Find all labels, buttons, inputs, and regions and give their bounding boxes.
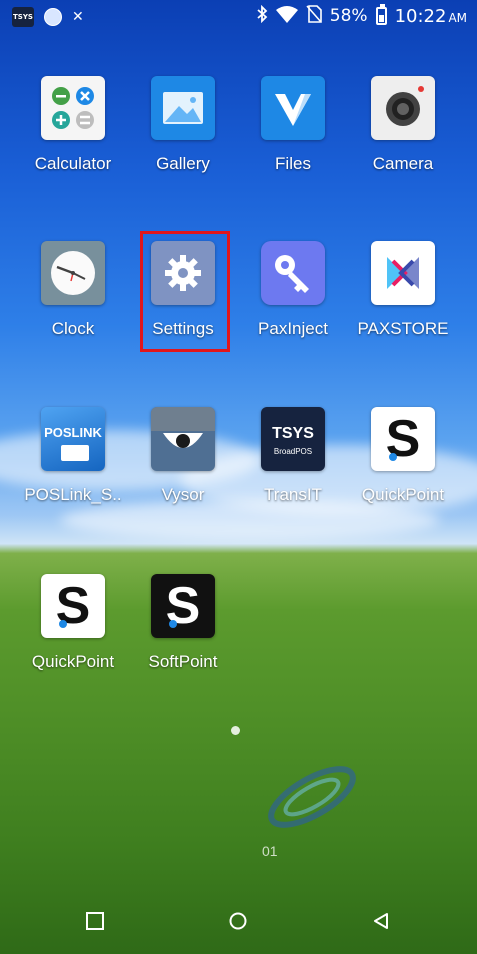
poslink-icon: POSLINK [41, 407, 105, 471]
app-camera[interactable]: Camera [348, 76, 458, 174]
app-calculator[interactable]: Calculator [18, 76, 128, 174]
circle-icon [229, 912, 247, 930]
app-label: Vysor [161, 485, 205, 504]
app-label: QuickPoint [31, 652, 115, 671]
navigation-bar [0, 898, 477, 944]
poslink-logo-text: POSLINK [44, 425, 102, 440]
app-quickpoint-2[interactable]: S QuickPoint [18, 574, 128, 672]
app-label: SoftPoint [148, 652, 218, 671]
app-label: POSLink_S.. [24, 485, 122, 504]
home-button[interactable] [223, 906, 253, 936]
wifi-icon [275, 5, 298, 27]
square-icon [86, 912, 104, 930]
status-bar: TSYS ✕ 58% 10:22 AM [0, 0, 477, 34]
app-label: TransIT [264, 485, 322, 504]
back-button[interactable] [366, 906, 396, 936]
app-softpoint[interactable]: S SoftPoint [128, 574, 238, 672]
clock-time: 10:22 AM [394, 5, 467, 27]
app-label: Files [275, 154, 311, 173]
paxstore-icon [371, 241, 435, 305]
battery-icon [375, 4, 387, 25]
app-quickpoint-1[interactable]: S QuickPoint [348, 407, 458, 505]
app-paxstore[interactable]: PAXSTORE [348, 241, 458, 339]
tsys-notification-icon: TSYS [12, 7, 34, 27]
bluetooth-icon [256, 4, 268, 27]
files-icon [261, 76, 325, 140]
vysor-icon [151, 407, 215, 471]
app-files[interactable]: Files [238, 76, 348, 174]
page-indicator-dot [231, 726, 240, 735]
app-poslink[interactable]: POSLINK POSLink_S.. [18, 407, 128, 505]
home-screen: TSYS ✕ 58% 10:22 AM Calculator Gallery F… [0, 0, 477, 954]
app-gallery[interactable]: Gallery [128, 76, 238, 174]
globe-notification-icon [44, 8, 62, 26]
app-label: Gallery [156, 154, 210, 173]
softpoint-s-icon: S [151, 574, 215, 638]
camera-icon [371, 76, 435, 140]
quickpoint-s-icon: S [41, 574, 105, 638]
app-clock[interactable]: Clock [18, 241, 128, 339]
settings-highlight-box [140, 231, 230, 352]
key-icon [261, 241, 325, 305]
app-transit[interactable]: TSYS BroadPOS TransIT [238, 407, 348, 505]
x-notification-icon: ✕ [72, 9, 84, 25]
tsys-broadpos-icon: TSYS BroadPOS [261, 407, 325, 471]
calculator-icon [41, 76, 105, 140]
app-label: PAXSTORE [357, 319, 449, 338]
app-label: PaxInject [258, 319, 328, 338]
gallery-icon [151, 76, 215, 140]
watermark-text: 01 [262, 843, 278, 859]
triangle-back-icon [374, 913, 388, 929]
app-paxinject[interactable]: PaxInject [238, 241, 348, 339]
app-vysor[interactable]: Vysor [128, 407, 238, 505]
recent-apps-button[interactable] [80, 906, 110, 936]
watermark-logo [268, 766, 356, 828]
app-label: Clock [51, 319, 95, 338]
no-sim-icon [306, 5, 322, 27]
wallpaper-cloud [60, 500, 440, 540]
app-label: Camera [372, 154, 434, 173]
battery-percent: 58% [329, 6, 368, 26]
broadpos-logo-text: BroadPOS [273, 447, 313, 456]
app-label: Calculator [34, 154, 112, 173]
clock-icon [41, 241, 105, 305]
app-label: QuickPoint [361, 485, 445, 504]
tsys-logo-text: TSYS [272, 425, 314, 442]
quickpoint-s-icon: S [371, 407, 435, 471]
